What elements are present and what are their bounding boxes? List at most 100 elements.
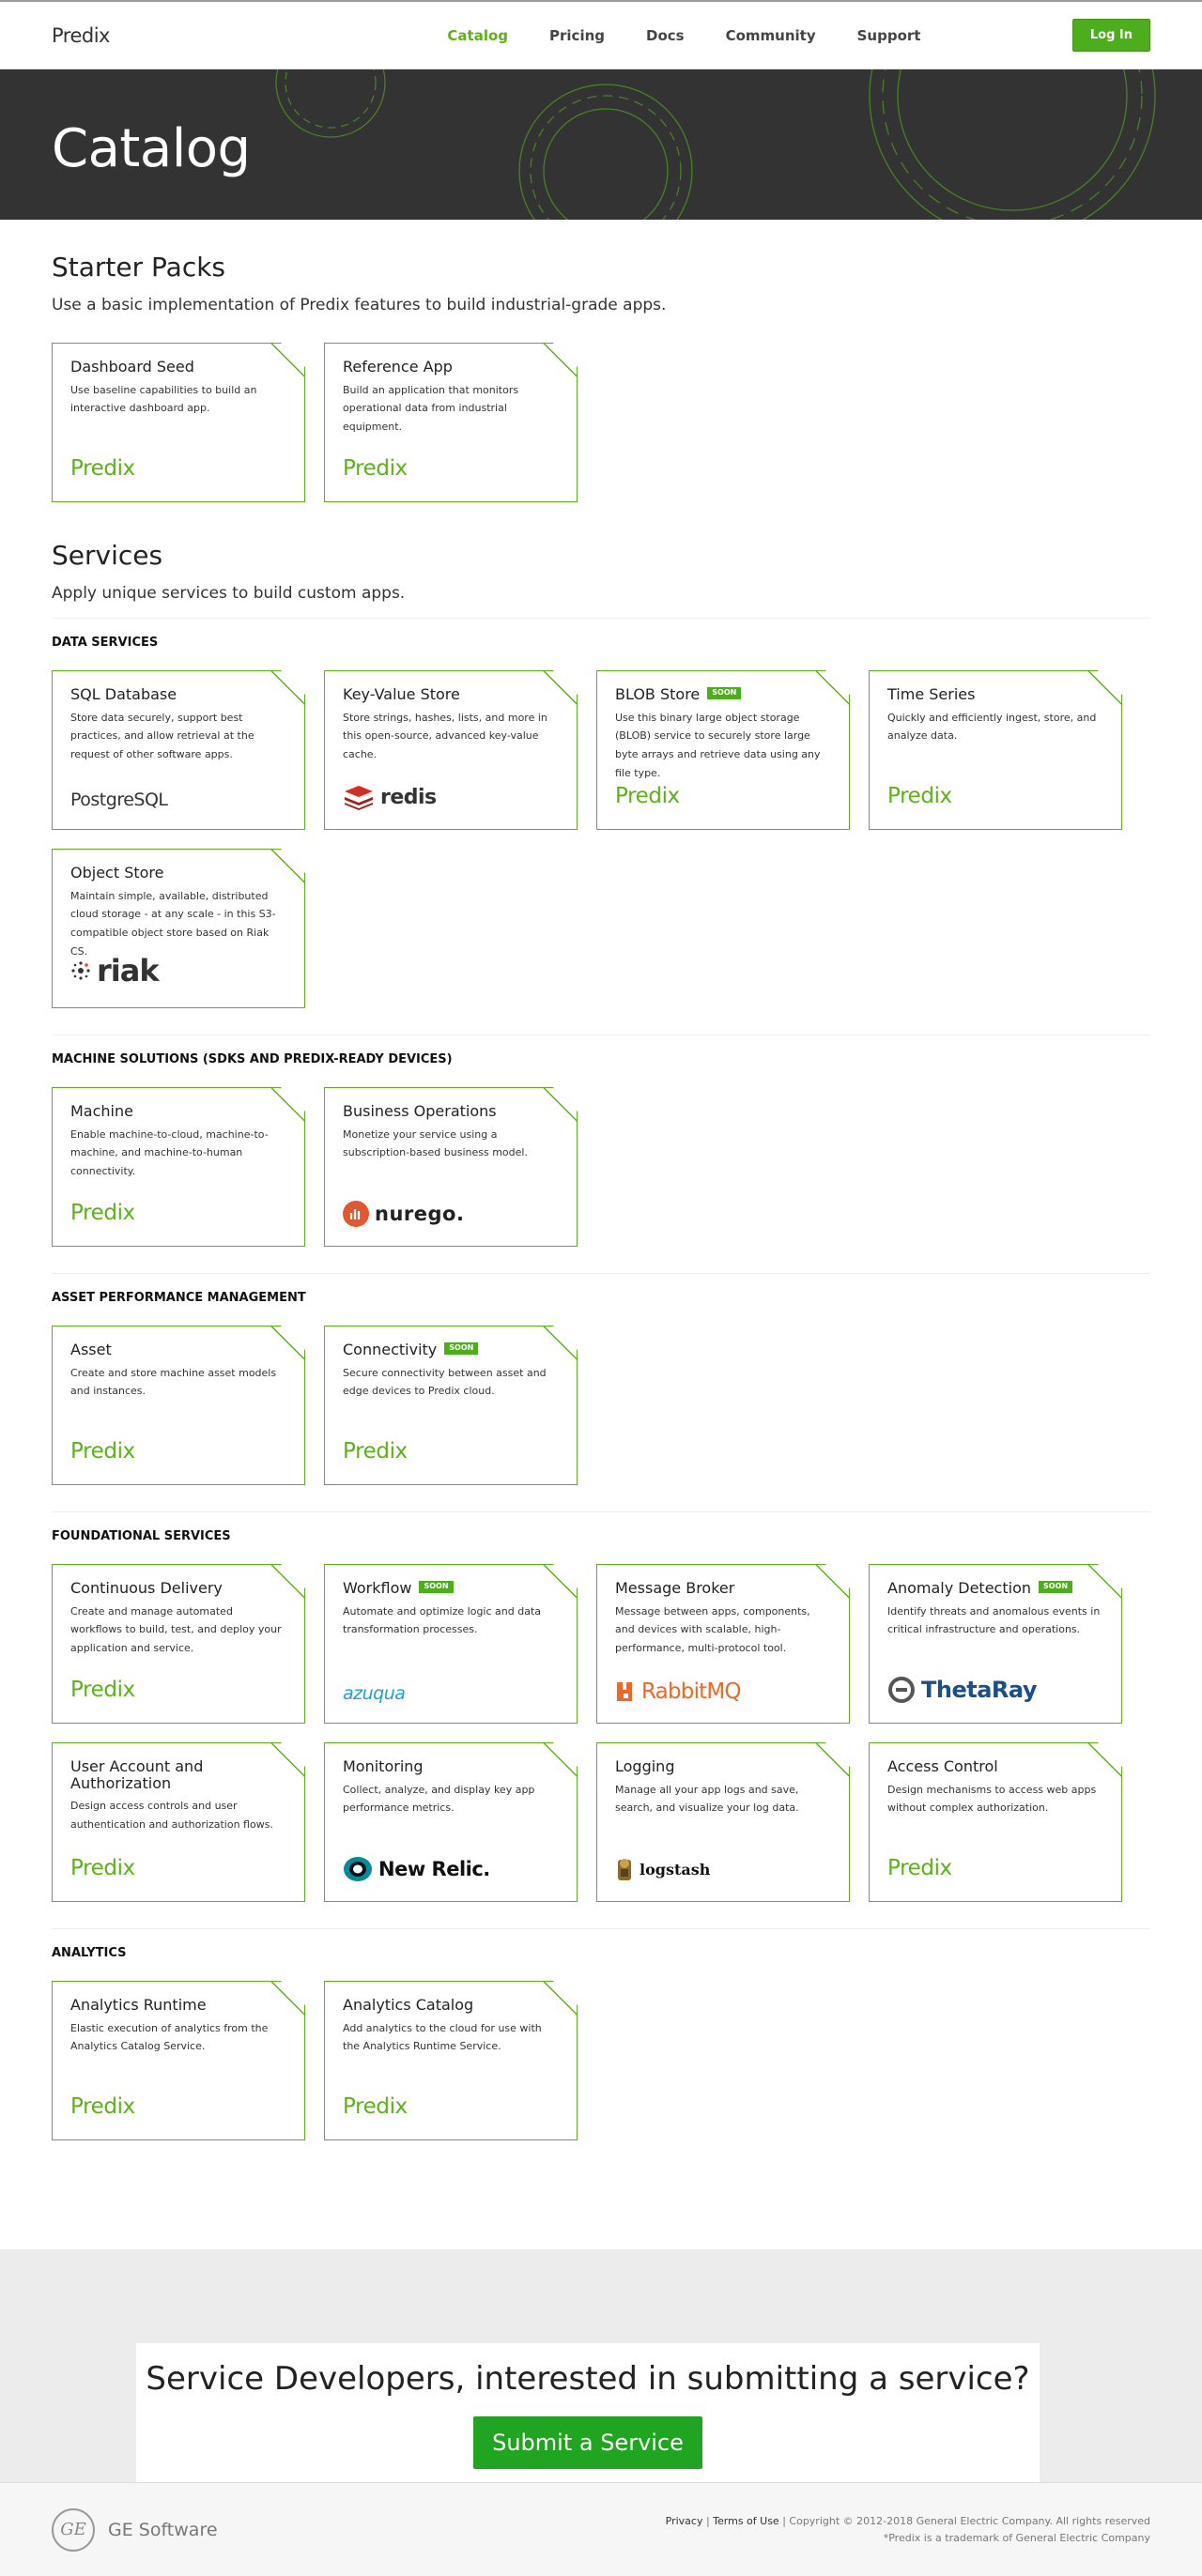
card-title: BLOB Store SOON (615, 686, 831, 703)
footer-legal: Privacy | Terms of Use | Copyright © 201… (666, 2513, 1150, 2546)
card-desc: Enable machine-to-cloud, machine-to-mach… (70, 1127, 269, 1178)
ge-software-label: GE Software (108, 2519, 218, 2540)
soon-badge: SOON (707, 687, 741, 699)
card-continuous-delivery[interactable]: Continuous Delivery Create and manage au… (52, 1564, 305, 1724)
card-title: Dashboard Seed (70, 358, 194, 376)
card-desc: Monetize your service using a subscripti… (343, 1127, 528, 1159)
page-title: Catalog (52, 118, 251, 179)
card-title: SQL Database (70, 685, 177, 703)
card-desc: Create and store machine asset models an… (70, 1366, 277, 1398)
rabbitmq-logo: RabbitMQ (615, 1679, 741, 1704)
card-desc: Design mechanisms to access web apps wit… (887, 1783, 1097, 1815)
card-time-series[interactable]: Time Series Quickly and efficiently inge… (869, 670, 1122, 830)
predix-brand-logo: Predix (343, 1439, 408, 1464)
catalog-content: Starter Packs Use a basic implementation… (0, 220, 1202, 2249)
card-desc: Store strings, hashes, lists, and more i… (343, 711, 547, 761)
card-title: User Account and Authorization (70, 1757, 204, 1792)
card-object-store[interactable]: Object Store Maintain simple, available,… (52, 849, 305, 1008)
card-key-value-store[interactable]: Key-Value Store Store strings, hashes, l… (324, 670, 578, 830)
hero-banner: Catalog (0, 69, 1202, 220)
card-title: Access Control (887, 1757, 998, 1775)
top-navbar: Predix Catalog Pricing Docs Community Su… (0, 0, 1202, 69)
card-title: Analytics Runtime (70, 1996, 207, 2014)
card-anomaly-detection[interactable]: Anomaly Detection SOON Identify threats a… (869, 1564, 1122, 1724)
card-desc: Maintain simple, available, distributed … (70, 889, 276, 958)
card-title: Reference App (343, 358, 453, 376)
predix-brand-logo: Predix (70, 1678, 135, 1702)
analytics-grid: Analytics Runtime Elastic execution of a… (52, 1981, 1150, 2140)
starter-packs-title: Starter Packs (52, 252, 226, 283)
card-blob-store[interactable]: BLOB Store SOON Use this binary large obj… (596, 670, 850, 830)
card-dashboard-seed[interactable]: Dashboard Seed Use baseline capabilities… (52, 343, 305, 502)
card-title: Message Broker (615, 1579, 735, 1597)
predix-brand-logo: Predix (70, 456, 135, 481)
card-analytics-runtime[interactable]: Analytics Runtime Elastic execution of a… (52, 1981, 305, 2140)
divider (52, 618, 1150, 619)
predix-logo[interactable]: Predix (52, 24, 333, 47)
nav-docs[interactable]: Docs (625, 27, 705, 44)
predix-brand-logo: Predix (887, 1856, 952, 1880)
nav-community[interactable]: Community (705, 27, 837, 44)
copyright-text: Copyright © 2012-2018 General Electric C… (789, 2514, 1150, 2527)
card-title: Anomaly Detection SOON (887, 1580, 1103, 1597)
card-title: Logging (615, 1757, 675, 1775)
nav-pricing[interactable]: Pricing (529, 27, 625, 44)
predix-brand-logo: Predix (70, 1439, 135, 1464)
card-title: Machine (70, 1102, 133, 1120)
nav-catalog[interactable]: Catalog (426, 27, 529, 44)
card-machine[interactable]: Machine Enable machine-to-cloud, machine… (52, 1087, 305, 1247)
privacy-link[interactable]: Privacy (666, 2515, 703, 2527)
submit-heading: Service Developers, interested in submit… (146, 2360, 1030, 2398)
ge-monogram-icon: GE (52, 2507, 95, 2552)
new-relic-logo: New Relic. (343, 1856, 490, 1882)
card-desc: Build an application that monitors opera… (343, 383, 519, 434)
submit-service-button[interactable]: Submit a Service (473, 2416, 702, 2469)
card-title: Object Store (70, 864, 164, 882)
thetaray-logo: ThetaRay (887, 1676, 1037, 1704)
login-button[interactable]: Log In (1071, 19, 1150, 52)
predix-brand-logo: Predix (887, 784, 952, 808)
card-workflow[interactable]: Workflow SOON Automate and optimize logic… (324, 1564, 578, 1724)
nav-support[interactable]: Support (837, 27, 942, 44)
category-title-analytics: ANALYTICS (52, 1946, 127, 1960)
nurego-logo: nurego. (343, 1201, 464, 1227)
card-title: Business Operations (343, 1102, 497, 1120)
divider (52, 1273, 1150, 1274)
card-title: Continuous Delivery (70, 1579, 223, 1597)
card-logging[interactable]: Logging Manage all your app logs and sav… (596, 1742, 850, 1902)
card-desc: Secure connectivity between asset and ed… (343, 1366, 547, 1398)
ge-software-brand[interactable]: GE GE Software (52, 2507, 218, 2552)
card-user-account-authorization[interactable]: User Account and Authorization Design ac… (52, 1742, 305, 1902)
card-analytics-catalog[interactable]: Analytics Catalog Add analytics to the c… (324, 1981, 578, 2140)
card-title: Monitoring (343, 1757, 424, 1775)
card-desc: Elastic execution of analytics from the … (70, 2021, 269, 2053)
terms-link[interactable]: Terms of Use (713, 2515, 779, 2527)
data-services-grid: SQL Database Store data securely, suppor… (52, 670, 1150, 1008)
card-business-operations[interactable]: Business Operations Monetize your servic… (324, 1087, 578, 1247)
card-monitoring[interactable]: Monitoring Collect, analyze, and display… (324, 1742, 578, 1902)
foundational-grid: Continuous Delivery Create and manage au… (52, 1564, 1150, 1902)
main-nav: Catalog Pricing Docs Community Support (296, 27, 1072, 44)
category-title-foundational: FOUNDATIONAL SERVICES (52, 1529, 231, 1543)
card-reference-app[interactable]: Reference App Build an application that … (324, 343, 578, 502)
card-desc: Use baseline capabilities to build an in… (70, 383, 257, 415)
card-connectivity[interactable]: Connectivity SOON Secure connectivity bet… (324, 1326, 578, 1485)
azuqua-logo: azuqua (343, 1683, 406, 1704)
card-sql-database[interactable]: SQL Database Store data securely, suppor… (52, 670, 305, 830)
card-title: Time Series (887, 685, 976, 703)
card-desc: Collect, analyze, and display key app pe… (343, 1783, 535, 1815)
postgresql-logo: PostgreSQL (70, 790, 168, 810)
card-desc: Identify threats and anomalous events in… (887, 1604, 1101, 1636)
card-title: Connectivity SOON (343, 1342, 559, 1358)
card-desc: Manage all your app logs and save, searc… (615, 1783, 799, 1815)
card-asset[interactable]: Asset Create and store machine asset mod… (52, 1326, 305, 1485)
card-access-control[interactable]: Access Control Design mechanisms to acce… (869, 1742, 1122, 1902)
new-relic-icon (343, 1856, 373, 1882)
soon-badge: SOON (444, 1342, 478, 1355)
predix-brand-logo: Predix (343, 456, 408, 481)
predix-brand-logo: Predix (70, 1201, 135, 1225)
soon-badge: SOON (1039, 1581, 1072, 1593)
card-message-broker[interactable]: Message Broker Message between apps, com… (596, 1564, 850, 1724)
predix-brand-logo: Predix (70, 2094, 135, 2119)
card-title: Workflow SOON (343, 1580, 559, 1597)
